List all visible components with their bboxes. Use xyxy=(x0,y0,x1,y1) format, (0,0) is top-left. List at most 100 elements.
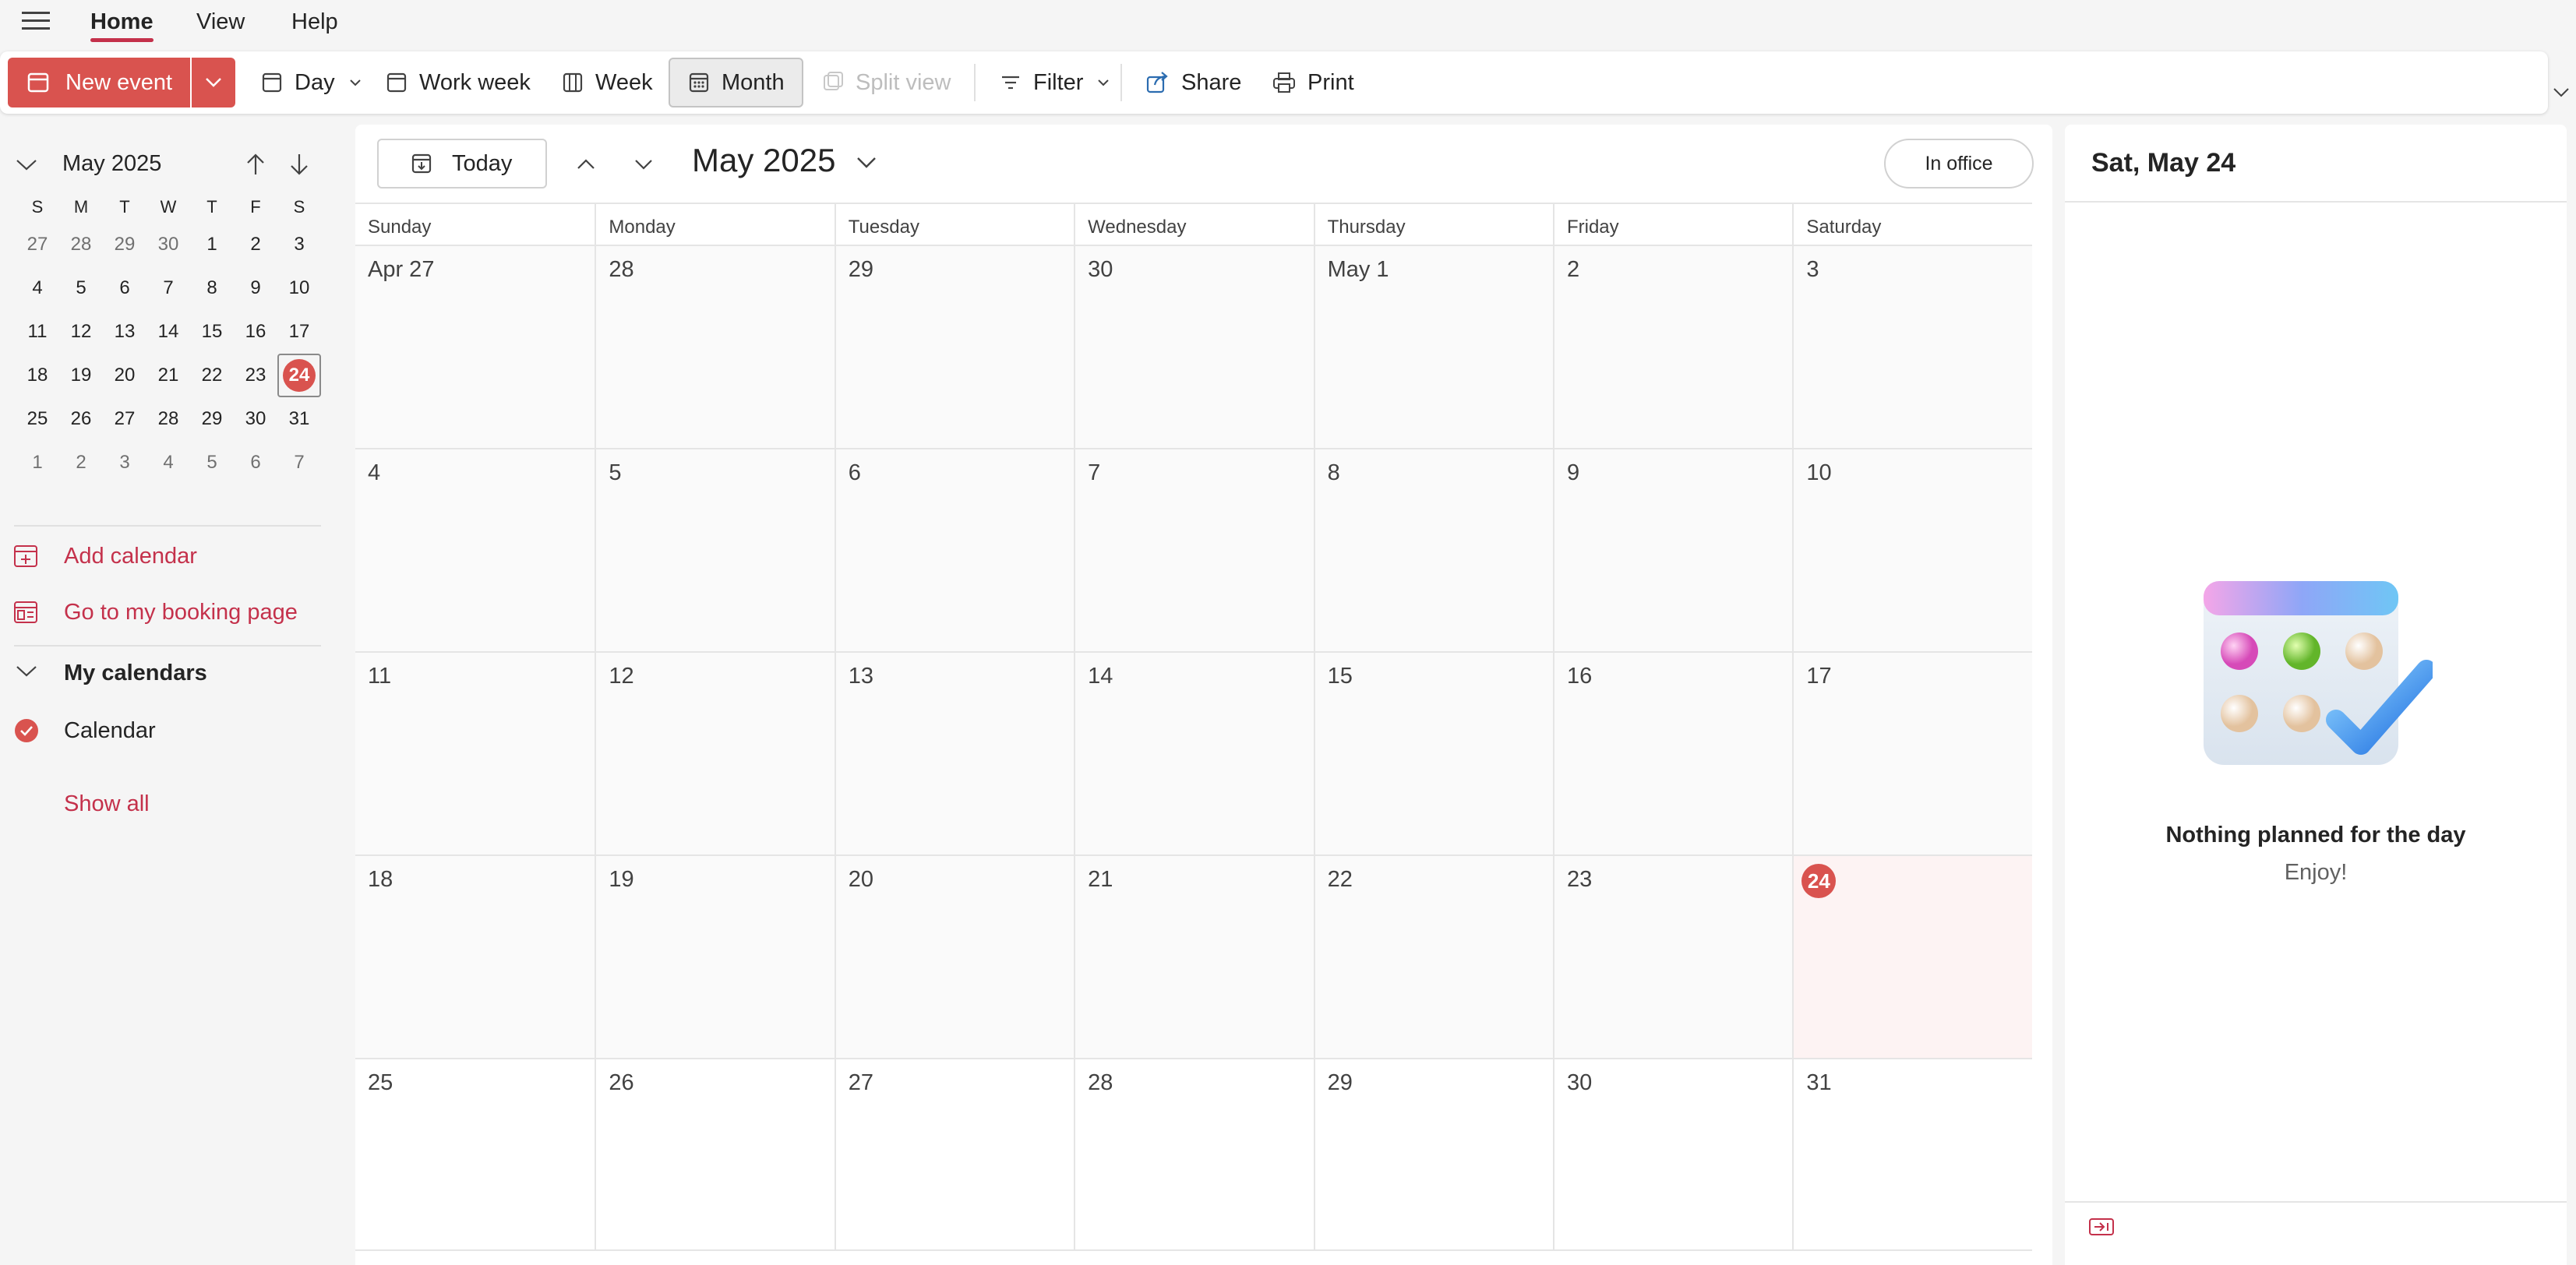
calendar-list-item[interactable]: Calendar xyxy=(0,709,343,752)
mini-calendar-day[interactable]: 17 xyxy=(277,310,321,354)
mini-calendar-day[interactable]: 30 xyxy=(146,223,190,266)
mini-calendar-day[interactable]: 26 xyxy=(59,397,103,441)
arrow-up-icon[interactable] xyxy=(245,153,266,176)
in-office-button[interactable]: In office xyxy=(1884,139,2034,189)
split-view-button[interactable]: Split view xyxy=(821,58,951,107)
mini-calendar-day[interactable]: 28 xyxy=(146,397,190,441)
add-calendar-link[interactable]: Add calendar xyxy=(0,534,343,578)
mini-calendar-day[interactable]: 7 xyxy=(146,266,190,310)
mini-calendar-day[interactable]: 28 xyxy=(59,223,103,266)
new-event-button[interactable]: New event xyxy=(8,58,190,107)
mini-calendar-day[interactable]: 10 xyxy=(277,266,321,310)
mini-calendar-day[interactable]: 25 xyxy=(16,397,59,441)
previous-month-chevron-up-icon[interactable] xyxy=(575,148,597,179)
mini-calendar-day[interactable]: 5 xyxy=(190,441,234,485)
mini-calendar-day[interactable]: 16 xyxy=(234,310,277,354)
day-cell[interactable]: 18 xyxy=(355,856,595,1058)
day-cell[interactable]: 12 xyxy=(595,653,835,854)
day-cell[interactable]: 7 xyxy=(1074,449,1314,651)
menu-tab-help[interactable]: Help xyxy=(291,5,338,39)
checkmark-circle-icon[interactable] xyxy=(14,718,39,743)
mini-calendar-day[interactable]: 20 xyxy=(103,354,146,397)
day-cell[interactable]: 5 xyxy=(595,449,835,651)
show-all-link[interactable]: Show all xyxy=(64,791,150,817)
menu-tab-home[interactable]: Home xyxy=(90,5,154,42)
day-cell[interactable]: 29 xyxy=(1313,1059,1553,1249)
day-cell[interactable]: 23 xyxy=(1552,856,1793,1058)
arrow-down-icon[interactable] xyxy=(288,153,310,176)
mini-calendar-day[interactable]: 2 xyxy=(59,441,103,485)
day-cell[interactable]: 2 xyxy=(1552,246,1793,448)
next-month-chevron-down-icon[interactable] xyxy=(633,148,655,179)
work-week-view-button[interactable]: Work week xyxy=(385,58,531,107)
filter-button[interactable]: Filter xyxy=(999,58,1110,107)
mini-calendar-day[interactable]: 4 xyxy=(146,441,190,485)
mini-calendar-day[interactable]: 4 xyxy=(16,266,59,310)
mini-calendar-title[interactable]: May 2025 xyxy=(62,151,161,177)
day-cell[interactable]: 6 xyxy=(834,449,1075,651)
mini-calendar-day[interactable]: 3 xyxy=(103,441,146,485)
day-cell[interactable]: 4 xyxy=(355,449,595,651)
mini-calendar-day[interactable]: 1 xyxy=(190,223,234,266)
day-cell[interactable]: 11 xyxy=(355,653,595,854)
mini-calendar-day[interactable]: 23 xyxy=(234,354,277,397)
mini-calendar-day[interactable]: 27 xyxy=(16,223,59,266)
mini-calendar-day[interactable]: 29 xyxy=(190,397,234,441)
mini-calendar-day[interactable]: 12 xyxy=(59,310,103,354)
day-cell[interactable]: 28 xyxy=(1074,1059,1314,1249)
mini-calendar-day[interactable]: 18 xyxy=(16,354,59,397)
day-cell[interactable]: 3 xyxy=(1792,246,2032,448)
day-cell[interactable]: 15 xyxy=(1313,653,1553,854)
day-cell[interactable]: 20 xyxy=(834,856,1075,1058)
day-cell[interactable]: 27 xyxy=(834,1059,1075,1249)
ribbon-expand-chevron-icon[interactable] xyxy=(2553,87,2570,98)
day-cell[interactable]: 19 xyxy=(595,856,835,1058)
mini-calendar-day[interactable]: 14 xyxy=(146,310,190,354)
mini-calendar-day[interactable]: 27 xyxy=(103,397,146,441)
day-cell[interactable]: 10 xyxy=(1792,449,2032,651)
hamburger-menu-icon[interactable] xyxy=(22,10,50,32)
day-cell[interactable]: 21 xyxy=(1074,856,1314,1058)
mini-calendar-day[interactable]: 3 xyxy=(277,223,321,266)
day-view-button[interactable]: Day xyxy=(260,58,362,107)
day-cell[interactable]: 28 xyxy=(595,246,835,448)
print-button[interactable]: Print xyxy=(1272,58,1354,107)
mini-calendar-day[interactable]: 15 xyxy=(190,310,234,354)
day-cell[interactable]: May 1 xyxy=(1313,246,1553,448)
mini-calendar-day[interactable]: 24 xyxy=(277,354,321,397)
mini-calendar-day[interactable]: 29 xyxy=(103,223,146,266)
day-cell[interactable]: Apr 27 xyxy=(355,246,595,448)
menu-tab-view[interactable]: View xyxy=(196,5,245,39)
mini-calendar-day[interactable]: 31 xyxy=(277,397,321,441)
day-cell[interactable]: 29 xyxy=(834,246,1075,448)
day-cell[interactable]: 8 xyxy=(1313,449,1553,651)
mini-calendar-day[interactable]: 8 xyxy=(190,266,234,310)
my-calendars-group-header[interactable]: My calendars xyxy=(0,651,343,695)
collapse-pane-icon[interactable] xyxy=(2088,1217,2115,1237)
mini-calendar-day[interactable]: 11 xyxy=(16,310,59,354)
month-title[interactable]: May 2025 xyxy=(692,142,877,179)
collapse-chevron-icon[interactable] xyxy=(16,159,37,171)
booking-page-link[interactable]: Go to my booking page xyxy=(0,590,343,634)
mini-calendar-day[interactable]: 22 xyxy=(190,354,234,397)
mini-calendar-day[interactable]: 19 xyxy=(59,354,103,397)
day-cell[interactable]: 13 xyxy=(834,653,1075,854)
day-cell[interactable]: 14 xyxy=(1074,653,1314,854)
month-view-button[interactable]: Month xyxy=(669,58,803,107)
mini-calendar-day[interactable]: 6 xyxy=(103,266,146,310)
mini-calendar-day[interactable]: 30 xyxy=(234,397,277,441)
day-cell[interactable]: 26 xyxy=(595,1059,835,1249)
mini-calendar-day[interactable]: 2 xyxy=(234,223,277,266)
day-cell[interactable]: 16 xyxy=(1552,653,1793,854)
new-event-dropdown-button[interactable] xyxy=(192,58,235,107)
mini-calendar-day[interactable]: 1 xyxy=(16,441,59,485)
day-cell[interactable]: 30 xyxy=(1552,1059,1793,1249)
share-button[interactable]: Share xyxy=(1145,58,1241,107)
mini-calendar-day[interactable]: 21 xyxy=(146,354,190,397)
mini-calendar-day[interactable]: 9 xyxy=(234,266,277,310)
day-cell[interactable]: 22 xyxy=(1313,856,1553,1058)
mini-calendar-day[interactable]: 13 xyxy=(103,310,146,354)
day-cell[interactable]: 30 xyxy=(1074,246,1314,448)
day-cell[interactable]: 24 xyxy=(1792,856,2032,1058)
mini-calendar-day[interactable]: 5 xyxy=(59,266,103,310)
